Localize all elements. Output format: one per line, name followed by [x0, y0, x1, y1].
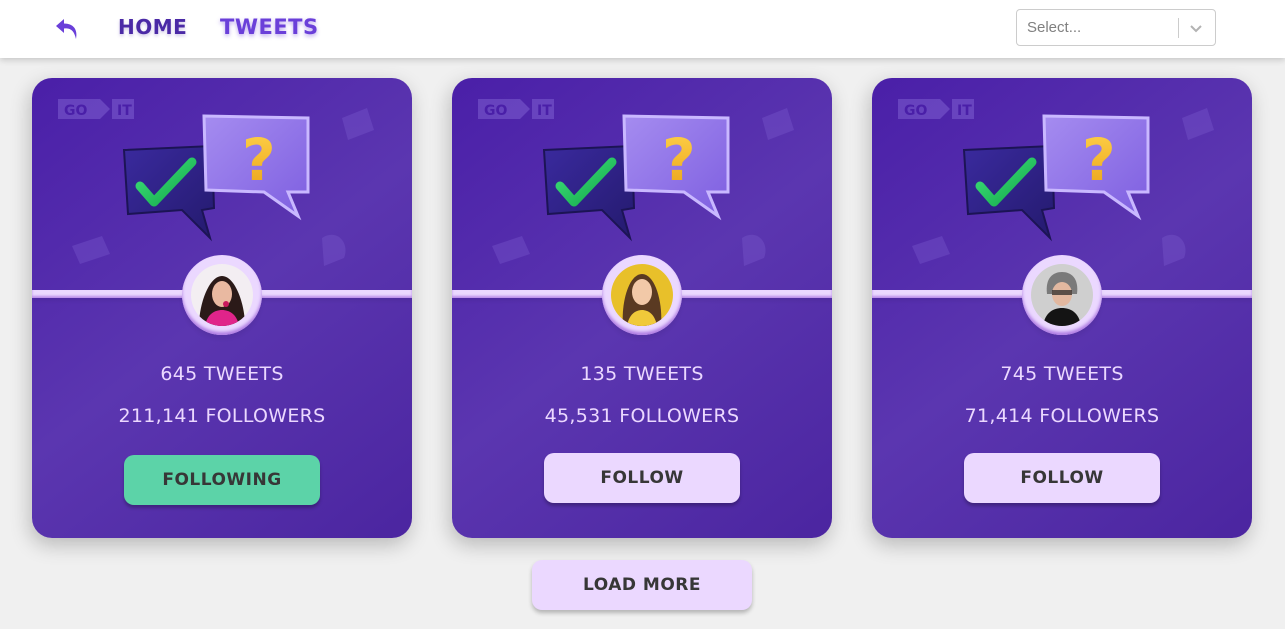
follow-button[interactable]: FOLLOW — [964, 453, 1160, 503]
avatar — [611, 264, 673, 326]
top-navigation-bar: HOME TWEETS Select... — [0, 0, 1285, 58]
user-card: GO IT ? 745 TWEETS 71,414 FOLLOWERS FOLL… — [872, 78, 1252, 538]
filter-select[interactable]: Select... — [1016, 9, 1216, 46]
card-illustration: GO IT ? — [898, 99, 1214, 266]
chevron-down-icon[interactable] — [1188, 21, 1204, 35]
filter-select-placeholder: Select... — [1027, 19, 1082, 36]
goit-logo: GO IT — [58, 99, 134, 119]
svg-text:?: ? — [1082, 126, 1116, 194]
load-more-button[interactable]: LOAD MORE — [532, 560, 752, 610]
followers-count: 45,531 FOLLOWERS — [544, 405, 740, 427]
question-bubble-icon: ? — [202, 114, 310, 221]
card-illustration: GO IT ? — [478, 99, 794, 266]
logo-text-it: IT — [957, 103, 972, 119]
logo-text-go: GO — [484, 103, 507, 119]
check-bubble-icon — [122, 144, 216, 242]
goit-logo: GO IT — [478, 99, 554, 119]
tweets-count: 135 TWEETS — [580, 363, 704, 385]
question-bubble-icon: ? — [622, 114, 730, 221]
nav-home-link[interactable]: HOME — [118, 15, 187, 39]
logo-text-it: IT — [537, 103, 552, 119]
logo-text-go: GO — [904, 103, 927, 119]
logo-text-go: GO — [64, 103, 87, 119]
nav-tweets-link[interactable]: TWEETS — [220, 15, 319, 39]
user-card: GO IT ? 135 TWEETS 45,531 FOLLOWERS FOLL… — [452, 78, 832, 538]
logo-text-it: IT — [117, 103, 132, 119]
tweets-count: 745 TWEETS — [1000, 363, 1124, 385]
followers-count: 71,414 FOLLOWERS — [964, 405, 1160, 427]
followers-count: 211,141 FOLLOWERS — [118, 405, 326, 427]
user-card: GO IT ? 645 TWEETS 211,141 FOLLOWERS FOL… — [32, 78, 412, 538]
tweets-count: 645 TWEETS — [160, 363, 284, 385]
avatar-ring — [182, 255, 262, 335]
follow-button[interactable]: FOLLOW — [544, 453, 740, 503]
check-bubble-icon — [542, 144, 636, 242]
card-illustration: GO IT ? — [58, 99, 374, 266]
question-bubble-icon: ? — [1042, 114, 1150, 221]
avatar-ring — [1022, 255, 1102, 335]
back-arrow-icon[interactable] — [54, 16, 82, 42]
check-bubble-icon — [962, 144, 1056, 242]
goit-logo: GO IT — [898, 99, 974, 119]
following-button[interactable]: FOLLOWING — [124, 455, 320, 505]
avatar — [1031, 264, 1093, 326]
svg-text:?: ? — [662, 126, 696, 194]
select-separator — [1178, 18, 1179, 38]
svg-text:?: ? — [242, 126, 276, 194]
avatar — [191, 264, 253, 326]
avatar-ring — [602, 255, 682, 335]
